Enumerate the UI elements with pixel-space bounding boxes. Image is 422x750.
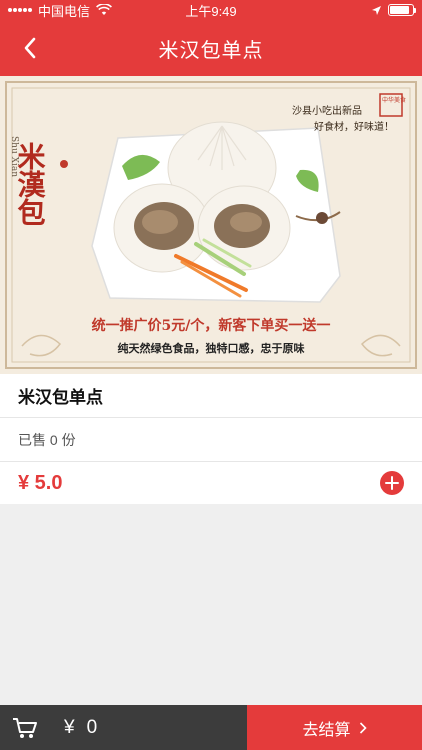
product-image: 米漢包 Shu Xian 沙县小吃出新品 好食材，好味道！ 中华美食 统一推广价… [0,76,422,374]
checkout-label: 去结算 [302,721,351,739]
logo-pinyin: Shu Xian [9,136,19,177]
checkout-button[interactable]: 去结算 [247,705,422,750]
battery-icon [388,4,416,16]
cart-currency: ¥ [64,716,75,738]
cart-summary[interactable]: ¥ 0 [0,705,247,750]
chevron-right-icon [359,721,367,734]
status-bar: 中国电信 上午9:49 [0,0,422,20]
product-price: ¥ 5.0 [18,471,63,494]
nav-bar: 米汉包单点 [0,20,422,76]
add-to-cart-button[interactable] [380,471,404,495]
tagline-line1: 沙县小吃出新品 [292,104,362,117]
status-right [371,4,416,16]
chevron-left-icon [24,37,36,59]
product-title-row: 米汉包单点 [0,374,422,418]
sold-count-row: 已售 0 份 [0,418,422,462]
tagline-line2: 好食材，好味道！ [314,120,394,133]
price-row: ¥ 5.0 [0,462,422,504]
cart-bar: ¥ 0 去结算 [0,705,422,750]
product-illustration: 米漢包 Shu Xian 沙县小吃出新品 好食材，好味道！ 中华美食 统一推广价… [0,76,422,374]
cart-total-value: 0 [86,716,98,738]
page-title: 米汉包单点 [158,39,264,62]
product-name: 米汉包单点 [18,388,103,407]
promo-line: 统一推广价5元/个，新客下单买一送一 [92,317,331,334]
stamp-text: 中华美食 [382,96,406,104]
cart-total: ¥ 0 [64,717,97,739]
status-time: 上午9:49 [185,3,237,19]
plus-icon [385,476,399,490]
sub-line: 纯天然绿色食品，独特口感，忠于原味 [118,341,305,355]
back-button[interactable] [12,20,48,76]
location-arrow-icon [372,5,381,15]
cart-icon [13,717,37,738]
sold-count: 已售 0 份 [18,431,76,448]
